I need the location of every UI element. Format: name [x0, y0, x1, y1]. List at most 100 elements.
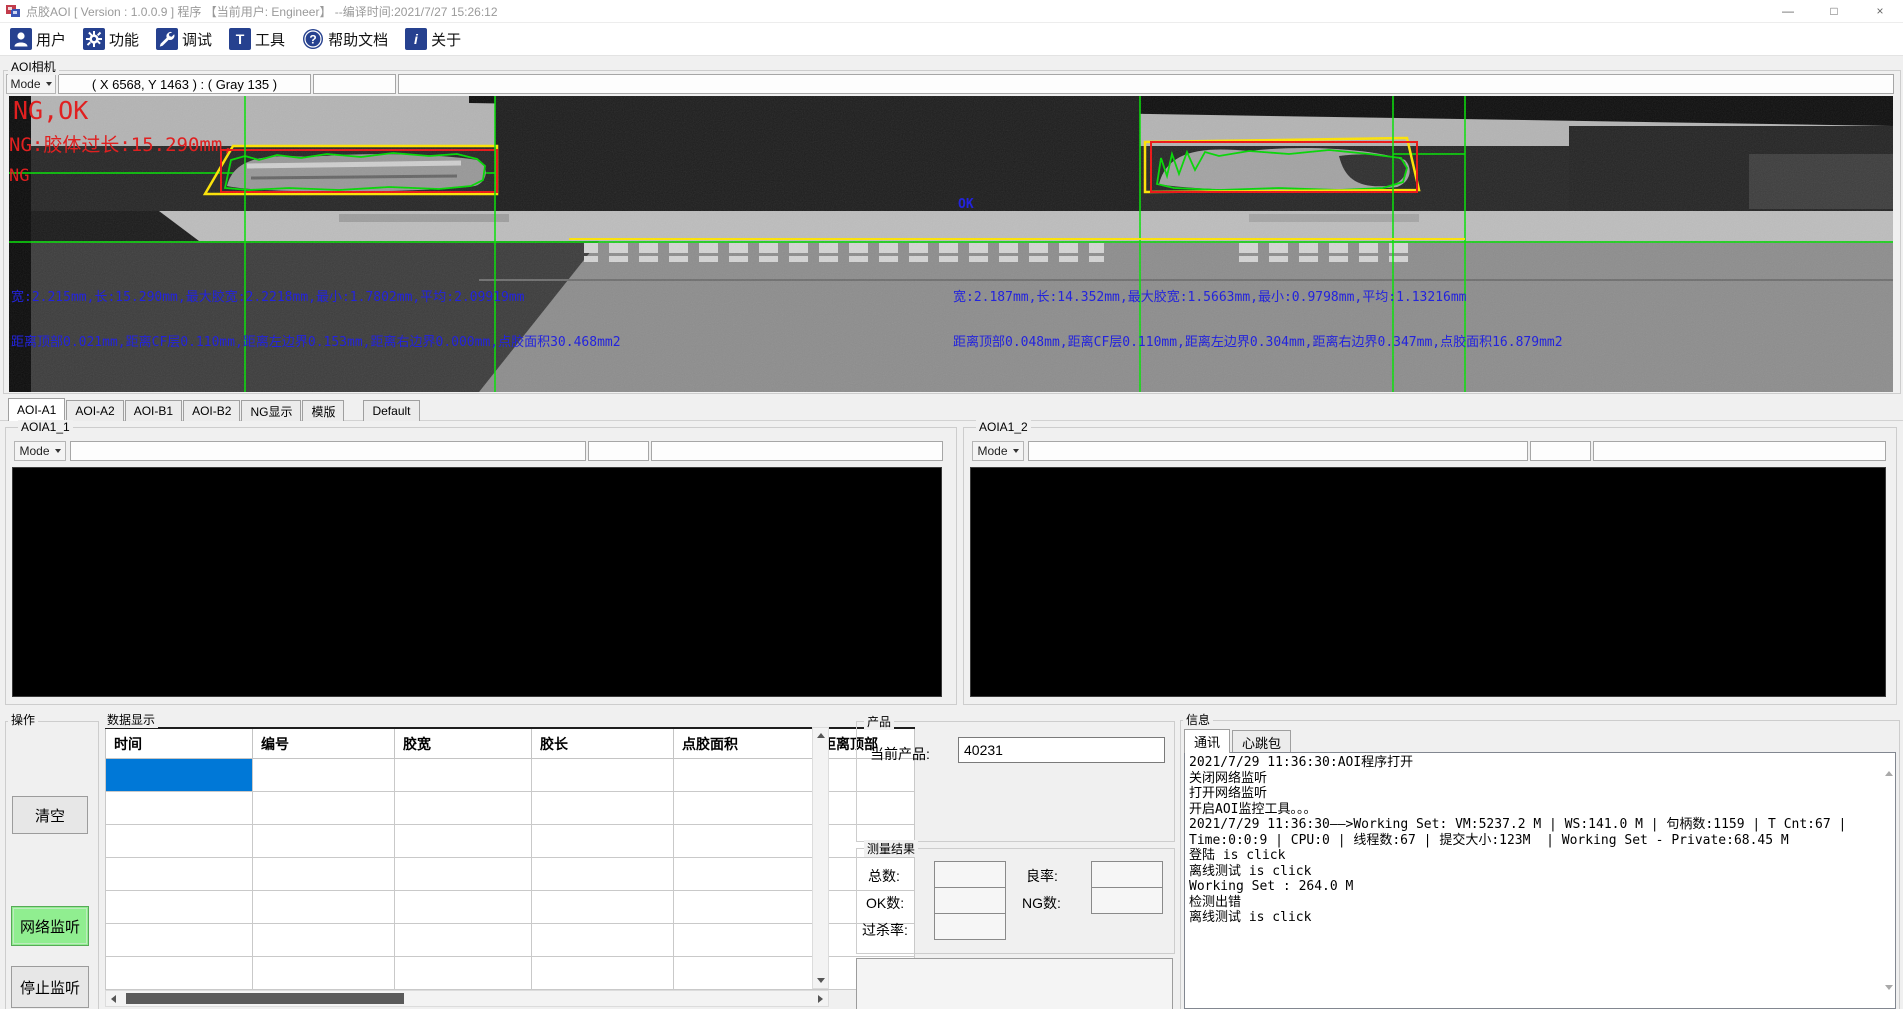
tab-comms[interactable]: 通讯	[1184, 729, 1230, 753]
table-cell[interactable]	[674, 924, 814, 957]
table-cell[interactable]	[106, 759, 253, 792]
column-header[interactable]: 胶宽	[395, 728, 532, 759]
scroll-down-button[interactable]	[813, 973, 828, 988]
log-scroll-down[interactable]	[1885, 990, 1893, 1004]
table-cell[interactable]	[532, 759, 674, 792]
table-cell[interactable]	[106, 957, 253, 990]
tab-ng-display[interactable]: NG显示	[241, 400, 301, 421]
mode-label: Mode	[19, 444, 49, 458]
network-listen-button[interactable]: 网络监听	[11, 906, 89, 946]
panel-left-field-3	[651, 441, 943, 461]
column-header[interactable]: 编号	[253, 728, 395, 759]
table-cell[interactable]	[106, 792, 253, 825]
panel-left-mode-dropdown[interactable]: Mode	[14, 441, 66, 461]
arrow-up-icon	[817, 733, 825, 738]
log-area[interactable]: 2021/7/29 11:36:30:AOI程序打开关闭网络监听打开网络监听开启…	[1184, 752, 1896, 1009]
yield-field[interactable]	[1091, 861, 1163, 888]
table-cell[interactable]	[106, 858, 253, 891]
stop-listen-button[interactable]: 停止监听	[11, 966, 89, 1008]
table-cell[interactable]	[532, 825, 674, 858]
log-line: Time:0:0:9 | CPU:0 | 线程数:67 | 提交大小:123M …	[1189, 833, 1891, 849]
toolbar-button-debug[interactable]: 调试	[154, 26, 214, 52]
table-cell[interactable]	[532, 858, 674, 891]
table-cell[interactable]	[395, 891, 532, 924]
table-cell[interactable]	[395, 858, 532, 891]
table-cell[interactable]	[106, 891, 253, 924]
ng-count-field[interactable]	[1091, 887, 1163, 914]
table-cell[interactable]	[674, 759, 814, 792]
minimize-button[interactable]: —	[1765, 0, 1811, 22]
scrollbar-thumb[interactable]	[126, 993, 404, 1004]
scroll-right-button[interactable]	[813, 991, 828, 1006]
toolbar-button-functions[interactable]: 功能	[81, 26, 141, 52]
table-cell[interactable]	[674, 957, 814, 990]
column-header[interactable]: 时间	[106, 728, 253, 759]
table-cell[interactable]	[674, 891, 814, 924]
panel-right-image-view[interactable]	[970, 467, 1886, 697]
ok-count-field[interactable]	[934, 887, 1006, 914]
toolbar-label: 功能	[109, 29, 139, 50]
current-product-input[interactable]: 40231	[958, 737, 1165, 763]
left-stats-line-1: 宽:2.215mm,长:15.290mm,最大胶宽:2.2218mm,最小:1.…	[11, 286, 525, 305]
panel-left-image-view[interactable]	[12, 467, 942, 697]
camera-mode-dropdown[interactable]: Mode	[6, 74, 56, 94]
log-line: 打开网络监听	[1189, 786, 1891, 802]
toolbar-button-user[interactable]: 用户	[8, 26, 68, 52]
svg-text:?: ?	[309, 33, 316, 47]
overkill-field[interactable]	[934, 913, 1006, 940]
camera-group-label: AOI相机	[8, 58, 59, 75]
table-cell[interactable]	[395, 759, 532, 792]
column-header[interactable]: 胶长	[532, 728, 674, 759]
scroll-up-button[interactable]	[813, 728, 828, 743]
toolbar-button-help[interactable]: ? 帮助文档	[300, 26, 390, 52]
maximize-button[interactable]: □	[1811, 0, 1857, 22]
table-cell[interactable]	[253, 759, 395, 792]
table-cell[interactable]	[253, 924, 395, 957]
column-header[interactable]: 点胶面积	[674, 728, 814, 759]
tab-aoi-a2[interactable]: AOI-A2	[66, 400, 123, 421]
table-cell[interactable]	[106, 924, 253, 957]
tab-aoi-a1[interactable]: AOI-A1	[8, 398, 65, 421]
log-line: 登陆 is click	[1189, 848, 1891, 864]
table-cell[interactable]	[253, 858, 395, 891]
table-cell[interactable]	[395, 924, 532, 957]
table-cell[interactable]	[395, 957, 532, 990]
tab-heartbeat[interactable]: 心跳包	[1232, 730, 1291, 753]
table-cell[interactable]	[253, 891, 395, 924]
chevron-down-icon	[46, 82, 52, 86]
mode-label: Mode	[10, 77, 40, 91]
table-cell[interactable]	[395, 792, 532, 825]
table-cell[interactable]	[253, 792, 395, 825]
table-cell[interactable]	[674, 792, 814, 825]
table-cell[interactable]	[106, 825, 253, 858]
table-cell[interactable]	[532, 957, 674, 990]
table-horizontal-scrollbar[interactable]	[105, 990, 829, 1007]
toolbar-button-tools[interactable]: T 工具	[227, 26, 287, 52]
camera-image-view[interactable]: NG,OK NG:胶体过长:15.290mm, NG OK 宽:2.215mm,…	[9, 96, 1893, 392]
table-cell[interactable]	[674, 858, 814, 891]
tab-aoi-b1[interactable]: AOI-B1	[125, 400, 182, 421]
table-cell[interactable]	[532, 924, 674, 957]
table-cell[interactable]	[395, 825, 532, 858]
tab-template[interactable]: 模版	[302, 400, 344, 421]
arrow-right-icon	[818, 995, 823, 1003]
table-cell[interactable]	[532, 891, 674, 924]
table-cell[interactable]	[253, 825, 395, 858]
table-cell[interactable]	[253, 957, 395, 990]
close-button[interactable]: ×	[1857, 0, 1903, 22]
panel-right-mode-dropdown[interactable]: Mode	[972, 441, 1024, 461]
table-cell[interactable]	[532, 792, 674, 825]
table-cell[interactable]	[674, 825, 814, 858]
toolbar-button-about[interactable]: i 关于	[403, 26, 463, 52]
camera-field-3	[398, 74, 1894, 94]
table-vertical-scrollbar[interactable]	[812, 727, 829, 989]
log-scroll-up[interactable]	[1885, 757, 1893, 771]
tab-default[interactable]: Default	[363, 400, 419, 421]
scroll-left-button[interactable]	[106, 991, 121, 1006]
table-row	[106, 957, 915, 990]
arrow-up-icon	[1885, 757, 1893, 776]
total-field[interactable]	[934, 861, 1006, 888]
clear-button[interactable]: 清空	[12, 796, 88, 834]
ok-annotation: OK	[958, 197, 974, 212]
tab-aoi-b2[interactable]: AOI-B2	[183, 400, 240, 421]
